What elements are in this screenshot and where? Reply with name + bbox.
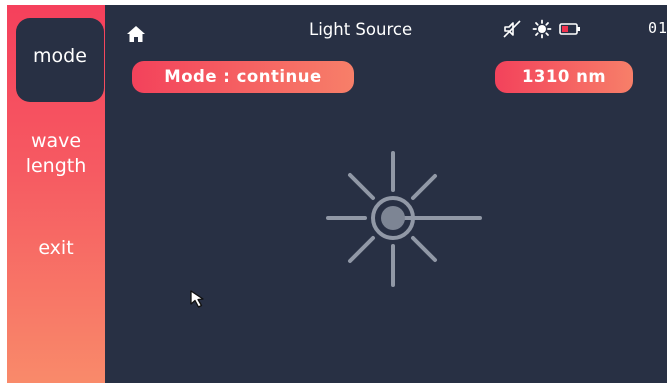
brightness-icon (532, 19, 552, 39)
sidebar-item-exit[interactable]: exit (7, 236, 105, 261)
sidebar: mode wave length exit (7, 5, 105, 383)
mode-status-badge: Mode : continue (132, 61, 354, 93)
sidebar-item-wavelength[interactable]: wave length (7, 129, 105, 179)
sidebar-item-mode[interactable]: mode (16, 18, 104, 102)
datetime: 01-06 17:41 (648, 19, 667, 37)
sidebar-item-label-line2: length (25, 155, 87, 177)
mute-icon (503, 20, 521, 38)
sidebar-item-label-line1: wave (30, 130, 82, 152)
device-screen: mode wave length exit Light Source 01 Mo… (7, 5, 667, 383)
home-icon[interactable] (125, 23, 147, 45)
status-bar: Light Source 01-06 17:41 (105, 5, 667, 61)
light-emitter-icon (326, 151, 482, 287)
sidebar-item-label: mode (33, 44, 87, 67)
page-title: Light Source (309, 20, 413, 39)
sidebar-item-label: exit (38, 237, 74, 259)
battery-low-icon (559, 23, 580, 35)
mouse-pointer-icon (190, 290, 204, 308)
wavelength-status-badge: 1310 nm (495, 61, 633, 93)
